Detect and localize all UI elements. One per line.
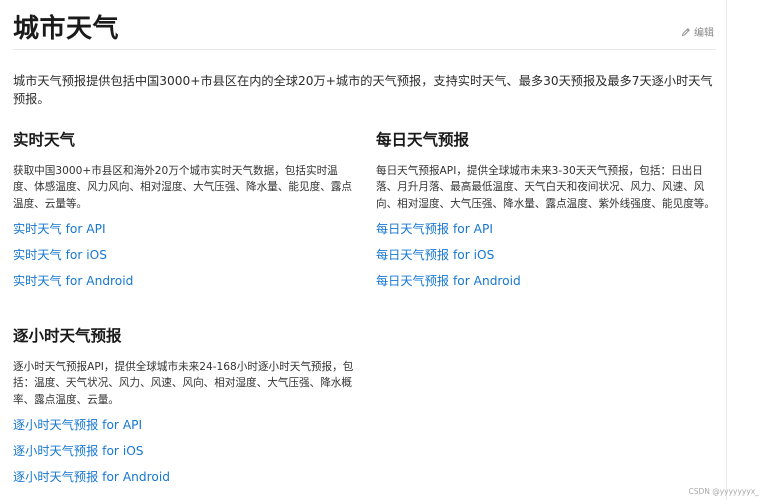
section-daily: 每日天气预报 每日天气预报API，提供全球城市未来3-30天天气预报，包括：日出… [376, 130, 718, 289]
link-daily-api[interactable]: 每日天气预报 for API [376, 221, 718, 237]
link-realtime-api[interactable]: 实时天气 for API [13, 221, 353, 237]
section-hourly: 逐小时天气预报 逐小时天气预报API，提供全球城市未来24-168小时逐小时天气… [13, 326, 358, 485]
section-description: 每日天气预报API，提供全球城市未来3-30天天气预报，包括：日出日落、月升月落… [376, 165, 715, 210]
link-realtime-android[interactable]: 实时天气 for Android [13, 273, 353, 289]
link-daily-ios[interactable]: 每日天气预报 for iOS [376, 247, 718, 263]
section-title: 逐小时天气预报 [13, 327, 122, 345]
title-divider [13, 49, 716, 50]
section-title: 实时天气 [13, 131, 76, 149]
edit-label: 编辑 [694, 28, 714, 39]
page-title: 城市天气 [13, 14, 120, 44]
link-daily-android[interactable]: 每日天气预报 for Android [376, 273, 718, 289]
section-description: 逐小时天气预报API，提供全球城市未来24-168小时逐小时天气预报，包括：温度… [13, 361, 354, 406]
pencil-icon [681, 27, 691, 37]
link-hourly-ios[interactable]: 逐小时天气预报 for iOS [13, 443, 358, 459]
link-hourly-api[interactable]: 逐小时天气预报 for API [13, 417, 358, 433]
section-realtime: 实时天气 获取中国3000+市县区和海外20万个城市实时天气数据，包括实时温度、… [13, 130, 353, 289]
content-card: 城市天气 编辑 城市天气预报提供包括中国3000+市县区在内的全球20万+城市的… [0, 0, 727, 500]
link-realtime-ios[interactable]: 实时天气 for iOS [13, 247, 353, 263]
watermark: CSDN @yyyyyyyx_ [688, 487, 759, 496]
intro-paragraph: 城市天气预报提供包括中国3000+市县区在内的全球20万+城市的天气预报，支持实… [13, 74, 713, 106]
edit-button[interactable]: 编辑 [681, 24, 714, 39]
section-title: 每日天气预报 [376, 131, 470, 149]
section-description: 获取中国3000+市县区和海外20万个城市实时天气数据，包括实时温度、体感温度、… [13, 165, 352, 210]
link-hourly-android[interactable]: 逐小时天气预报 for Android [13, 469, 358, 485]
